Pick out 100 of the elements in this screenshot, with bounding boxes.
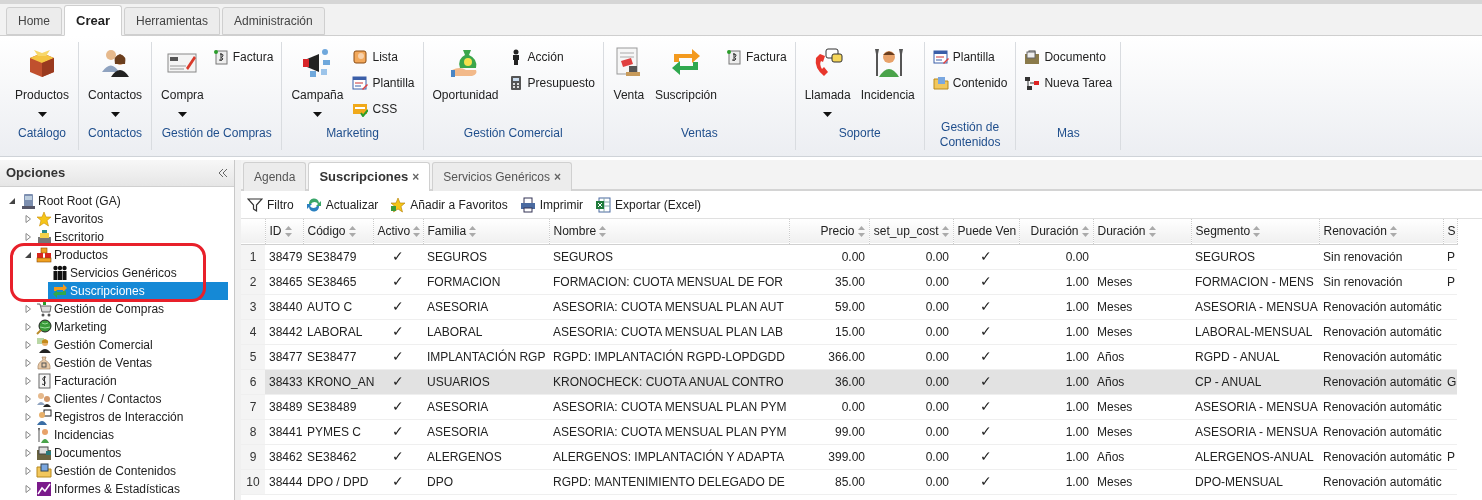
ribbon-button[interactable]: Oportunidad [431,42,500,124]
ribbon-button[interactable]: Llamada [803,42,852,124]
collapsed-arrow-icon[interactable] [24,449,32,457]
tree-item[interactable]: Productos [36,246,109,264]
close-button[interactable]: × [554,168,561,186]
group-label: Mas [1057,126,1080,141]
collapsed-arrow-icon[interactable] [24,413,32,421]
tree-item[interactable]: Gestión Comercial [36,336,153,354]
column-header[interactable]: Duración [1023,222,1089,241]
table-row[interactable]: 3 38440 AUTO C ✓ ASESORIA ASESORIA: CUOTA MENSUAL PLAN AUT 59.00 0.00 ✓ 1.00 Meses ASESORIA - MENSUA Renovación automátic [241,294,1457,319]
collapsed-arrow-icon[interactable] [24,215,32,223]
tree-item[interactable]: Gestión de Ventas [36,354,153,372]
column-header[interactable]: Activo [377,222,419,241]
ribbon-small-button[interactable]: Documento [1024,47,1113,67]
ribbon-button[interactable]: Suscripción [653,42,718,124]
check-mark: ✓ [980,273,992,289]
tree-item[interactable]: Gestión de Compras [36,300,165,318]
ribbon-tab[interactable]: Home [6,7,62,35]
column-header[interactable]: Segmento [1195,222,1315,241]
tree-item[interactable]: Facturación [36,372,117,390]
ribbon-small-button[interactable]: Factura [212,47,274,67]
table-cell: LABORAL [427,324,483,339]
tree-item[interactable]: Suscripciones [48,282,228,300]
ribbon-button[interactable]: Venta [611,42,646,124]
column-header[interactable]: Código [307,222,369,241]
ribbon-small-button[interactable]: Factura [725,47,787,67]
table-row[interactable]: 4 38442 LABORAL ✓ LABORAL ASESORIA: CUOTA MENSUAL PLAN LAB 15.00 0.00 ✓ 1.00 Meses LABORAL-MENSUAL Renovación automátic [241,319,1457,344]
ribbon-tab[interactable]: Administración [222,7,325,35]
ribbon-small-button[interactable]: Plantilla [352,73,415,93]
collapsed-arrow-icon[interactable] [24,431,32,439]
ribbon-button[interactable]: Compra [160,42,205,124]
tree-item[interactable]: Documentos [36,444,122,462]
column-header[interactable]: Renovación [1323,222,1439,241]
table-row[interactable]: 2 38465 SE38465 ✓ FORMACION FORMACION: CUOTA MENSUAL DE FOR 35.00 0.00 ✓ 1.00 Meses FORMACION - MENS Sin renovación P [241,269,1457,294]
tree-item[interactable]: Gestión de Contenidos [36,462,177,480]
tab[interactable]: Agenda [243,162,307,191]
table-cell: 0.00 [925,374,949,389]
table-row[interactable]: 6 38433 KRONO_AN ✓ USUARIOS KRONOCHECK: CUOTA ANUAL CONTRO 36.00 0.00 ✓ 1.00 Años CP - ANUAL Renovación automátic G [241,369,1457,394]
tree-item[interactable]: Registros de Interacción [36,408,184,426]
toolbar-button[interactable]: Filtro [247,195,294,214]
toolbar-button[interactable]: Actualizar [305,195,379,214]
toolbar-button[interactable]: Añadir a Favoritos [390,195,508,214]
column-header[interactable]: Puede Ven [957,222,1015,241]
collapse-button[interactable] [218,168,228,178]
ribbon-small-button[interactable]: Lista [352,47,415,67]
ribbon-small-button[interactable]: Acción [507,47,595,67]
toolbar-button[interactable]: Exportar (Excel) [595,195,702,214]
ribbon-button[interactable]: Campaña [290,42,345,124]
collapsed-arrow-icon[interactable] [24,233,32,241]
table-row[interactable]: 10 38444 DPO / DPD ✓ DPO RGPD: MANTENIMIENTO DELEGADO DE 85.00 0.00 ✓ 1.00 Meses DPO-MENSUAL Renovación automátic [241,469,1457,494]
briefcase-icon [36,445,52,461]
spreadsheet-icon [595,196,612,213]
table-row[interactable]: 8 38441 PYMES C ✓ ASESORIA ASESORIA: CUOTA MENSUAL PLAN PYM 99.00 0.00 ✓ 1.00 Meses ASESORIA - MENSUA Renovación automátic [241,419,1457,444]
tree-item[interactable]: Servicios Genéricos [52,264,177,282]
tree-item[interactable]: Favoritos [36,210,104,228]
column-header[interactable]: Duración [1097,222,1187,241]
tree-item[interactable]: Marketing [36,318,107,336]
ribbon-small-button[interactable]: Nueva Tarea [1024,73,1113,93]
column-header[interactable]: Precio [793,222,865,241]
ribbon-button[interactable]: Incidencia [859,42,916,124]
ribbon-button[interactable]: Productos [14,42,71,124]
collapsed-arrow-icon[interactable] [24,323,32,331]
ribbon-small-button[interactable]: CSS [352,99,415,119]
column-header[interactable]: Familia [427,222,545,241]
tab[interactable]: Suscripciones × [308,162,431,191]
expanded-arrow-icon[interactable] [8,197,16,205]
table-row[interactable]: 7 38489 SE38489 ✓ ASESORIA ASESORIA: CUOTA MENSUAL PLAN PYM 0.00 0.00 ✓ 1.00 Meses ASESORIA - MENSUA Renovación automátic [241,394,1457,419]
column-header[interactable]: Nombre [553,222,785,241]
collapsed-arrow-icon[interactable] [24,467,32,475]
tree-item[interactable]: Clientes / Contactos [36,390,162,408]
tree-item[interactable]: Root Root (GA) [20,192,121,210]
ribbon-tab[interactable]: Herramientas [124,7,220,35]
column-header[interactable]: set_up_cost [873,222,949,241]
collapsed-arrow-icon[interactable] [24,359,32,367]
collapsed-arrow-icon[interactable] [24,485,32,493]
column-header[interactable]: S [1447,222,1453,241]
collapsed-arrow-icon[interactable] [24,395,32,403]
ribbon-small-button[interactable]: Contenido [932,73,1008,93]
close-button[interactable]: × [412,168,420,186]
ribbon-tab[interactable]: Crear [64,5,122,36]
ribbon-small-button[interactable]: Plantilla [932,47,1008,67]
group-label: Gestión Comercial [463,126,563,141]
table-cell: ASESORIA [427,299,489,314]
expanded-arrow-icon[interactable] [24,251,32,259]
tree-item[interactable]: Informes & Estadísticas [36,480,181,498]
tree-item[interactable]: Escritorio [36,228,104,246]
table-row[interactable]: 1 38479 SE38479 ✓ SEGUROS SEGUROS 0.00 0.00 ✓ 0.00 SEGUROS Sin renovación P [241,244,1457,269]
ribbon-small-button[interactable]: Presupuesto [507,73,595,93]
table-row[interactable]: 5 38477 SE38477 ✓ IMPLANTACIÓN RGP RGPD: IMPLANTACIÓN RGPD-LOPDGDD 366.00 0.00 ✓ 1.00 Años RGPD - ANUAL Renovación automátic [241,344,1457,369]
printer-icon [519,196,536,213]
collapsed-arrow-icon[interactable] [24,377,32,385]
tree-item[interactable]: Incidencias [36,426,115,444]
ribbon-button[interactable]: Contactos [87,42,144,124]
toolbar-button[interactable]: Imprimir [519,195,584,214]
collapsed-arrow-icon[interactable] [24,341,32,349]
collapsed-arrow-icon[interactable] [24,305,32,313]
table-row[interactable]: 9 38462 SE38462 ✓ ALERGENOS ALERGENOS: IMPLANTACIÓN Y ADAPTA 399.00 0.00 ✓ 1.00 Años ALERGENOS-ANUAL Renovación automátic P [241,444,1457,469]
column-header[interactable]: ID [269,222,299,241]
tab[interactable]: Servicios Genéricos × [432,162,572,191]
printer-icon [36,229,52,245]
